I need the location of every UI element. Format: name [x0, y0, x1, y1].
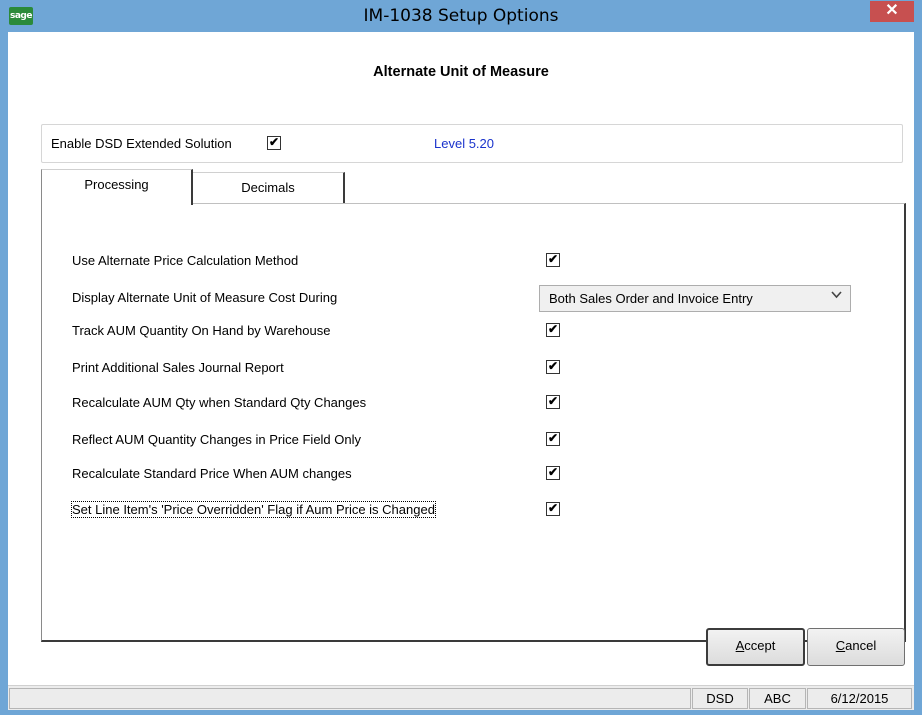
chevron-down-icon	[831, 290, 842, 302]
dialog-body: Alternate Unit of Measure Enable DSD Ext…	[8, 32, 914, 708]
option-label-alt-price-calc: Use Alternate Price Calculation Method	[72, 253, 299, 268]
window-title: IM-1038 Setup Options	[363, 6, 559, 26]
level-label: Level 5.20	[434, 136, 494, 151]
accept-button[interactable]: Accept	[706, 628, 805, 666]
option-label-display-aum-cost: Display Alternate Unit of Measure Cost D…	[72, 290, 338, 305]
option-label-reflect-aum-changes: Reflect AUM Quantity Changes in Price Fi…	[72, 432, 362, 447]
print-sales-journal-checkbox[interactable]: ✔	[546, 360, 560, 374]
option-label-recalc-std-price: Recalculate Standard Price When AUM chan…	[72, 466, 352, 481]
option-label-recalc-aum-qty: Recalculate AUM Qty when Standard Qty Ch…	[72, 395, 367, 410]
select-value: Both Sales Order and Invoice Entry	[549, 291, 753, 306]
enable-dsd-label: Enable DSD Extended Solution	[51, 136, 232, 151]
page-title: Alternate Unit of Measure	[373, 64, 549, 80]
alt-price-calc-checkbox[interactable]: ✔	[546, 253, 560, 267]
tab-processing[interactable]: Processing	[41, 169, 193, 205]
cancel-label: ancel	[845, 638, 877, 653]
status-company: ABC	[749, 688, 806, 709]
enable-panel: Enable DSD Extended Solution ✔ Level 5.2…	[41, 124, 903, 163]
reflect-aum-changes-checkbox[interactable]: ✔	[546, 432, 560, 446]
option-label-track-aum-qty: Track AUM Quantity On Hand by Warehouse	[72, 323, 331, 338]
track-aum-qty-checkbox[interactable]: ✔	[546, 323, 560, 337]
accept-hotkey: A	[735, 638, 745, 653]
status-module: DSD	[692, 688, 748, 709]
option-label-print-sales-journal: Print Additional Sales Journal Report	[72, 360, 284, 375]
recalc-std-price-checkbox[interactable]: ✔	[546, 466, 560, 480]
close-button[interactable]: ✕	[870, 1, 914, 22]
display-aum-cost-select[interactable]: Both Sales Order and Invoice Entry	[539, 285, 851, 312]
status-date: 6/12/2015	[807, 688, 912, 709]
status-message	[9, 688, 691, 709]
recalc-aum-qty-checkbox[interactable]: ✔	[546, 395, 560, 409]
enable-dsd-checkbox[interactable]: ✔	[267, 136, 281, 150]
option-label-price-overridden-flag: Set Line Item's 'Price Overridden' Flag …	[71, 501, 436, 518]
accept-label: ccept	[744, 638, 776, 653]
title-bar[interactable]: sage IM-1038 Setup Options ✕	[1, 1, 921, 32]
setup-options-window: sage IM-1038 Setup Options ✕ Alternate U…	[0, 0, 922, 715]
processing-panel: Use Alternate Price Calculation Method ✔…	[41, 203, 906, 642]
cancel-hotkey: C	[835, 638, 846, 653]
cancel-button[interactable]: Cancel	[807, 628, 905, 666]
tab-decimals[interactable]: Decimals	[192, 172, 345, 204]
status-bar: DSD ABC 6/12/2015	[8, 685, 914, 710]
price-overridden-flag-checkbox[interactable]: ✔	[546, 502, 560, 516]
